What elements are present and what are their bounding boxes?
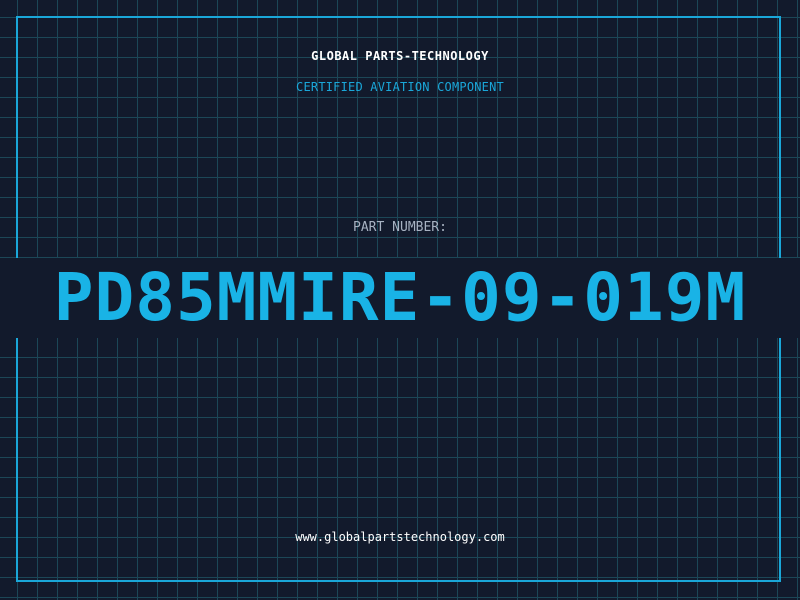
company-name: GLOBAL PARTS-TECHNOLOGY (311, 49, 489, 63)
part-number-label: PART NUMBER: (353, 220, 447, 235)
website-url: www.globalpartstechnology.com (295, 530, 505, 544)
certification-subtitle: CERTIFIED AVIATION COMPONENT (296, 80, 504, 94)
part-label-card: GLOBAL PARTS-TECHNOLOGY CERTIFIED AVIATI… (0, 0, 800, 600)
part-number-value: PD85MMIRE-09-019M (0, 258, 800, 338)
